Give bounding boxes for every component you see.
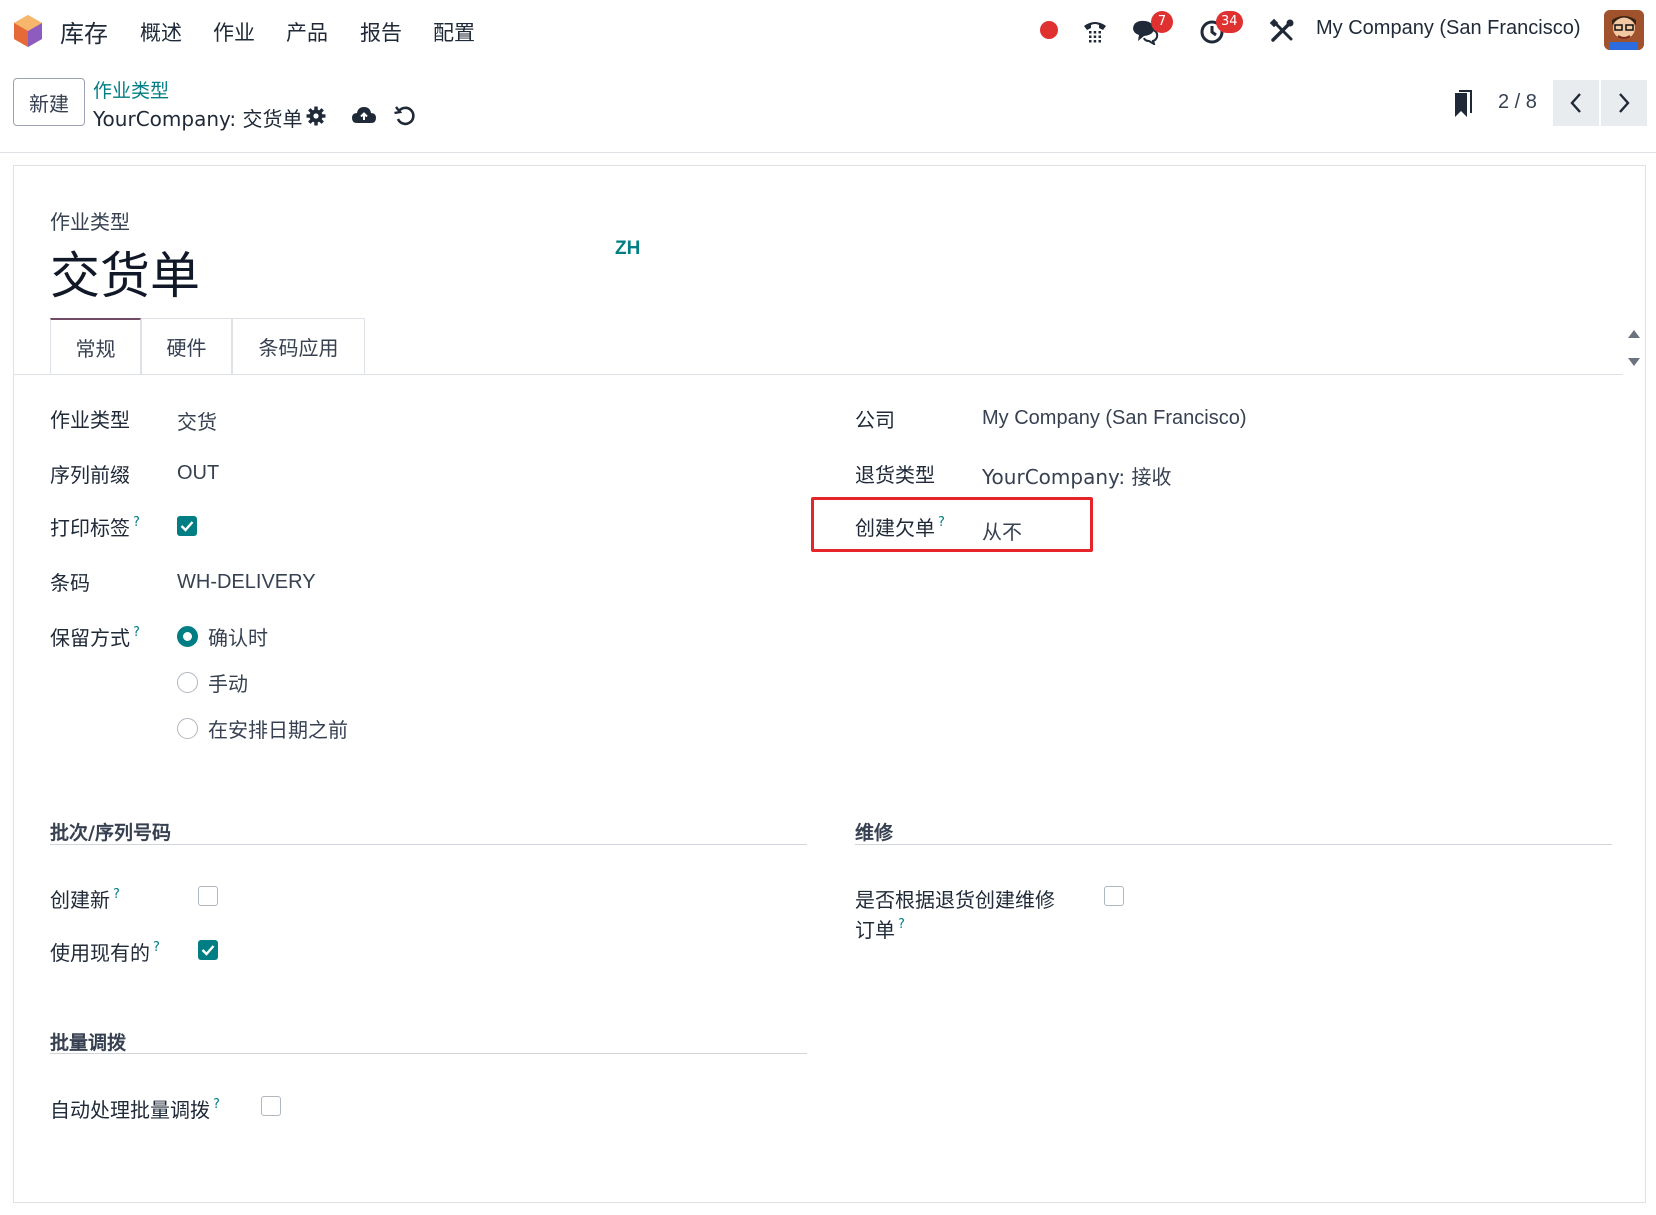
batch-section-divider (50, 1053, 807, 1054)
check-icon (201, 945, 215, 956)
cloud-upload-icon[interactable] (351, 104, 377, 126)
return-type-label: 退货类型 (855, 463, 935, 487)
print-label-checkbox[interactable] (177, 516, 197, 536)
return-type-value[interactable]: YourCompany: 接收 (982, 461, 1171, 490)
reservation-label: 保留方式? (50, 622, 140, 651)
repair-section-divider (855, 844, 1612, 845)
use-existing-checkbox[interactable] (198, 940, 218, 960)
prefix-value[interactable]: OUT (177, 462, 219, 485)
use-existing-label: 使用现有的? (50, 937, 160, 966)
gear-icon[interactable] (306, 106, 326, 126)
record-title[interactable]: 交货单 (50, 236, 200, 308)
help-icon[interactable]: ? (153, 940, 160, 955)
help-icon[interactable]: ? (213, 1097, 220, 1112)
tabs-underline (14, 374, 1623, 375)
help-icon[interactable]: ? (133, 625, 140, 640)
company-label: 公司 (855, 408, 895, 432)
menu-products[interactable]: 产品 (286, 17, 328, 47)
repair-label-line2-text: 订单 (855, 918, 895, 942)
reservation-label-text: 保留方式 (50, 626, 130, 650)
check-icon (180, 521, 194, 532)
menu-overview[interactable]: 概述 (140, 17, 182, 47)
lots-section-divider (50, 844, 807, 845)
odoo-app-logo[interactable] (13, 14, 43, 48)
auto-batch-label-text: 自动处理批量调拨 (50, 1098, 210, 1122)
op-type-label: 作业类型 (50, 408, 130, 432)
tab-barcode[interactable]: 条码应用 (232, 318, 365, 374)
scroll-arrows[interactable] (1626, 326, 1642, 370)
breadcrumb-parent[interactable]: 作业类型 (93, 76, 169, 103)
menu-operations[interactable]: 作业 (213, 17, 255, 47)
top-navbar: 库存 概述 作业 产品 报告 配置 7 34 My Company (San F… (0, 0, 1656, 64)
barcode-value[interactable]: WH-DELIVERY (177, 571, 316, 594)
op-type-value[interactable]: 交货 (177, 406, 217, 435)
breadcrumb-current: YourCompany: 交货单 (93, 103, 302, 132)
messages-badge: 7 (1151, 11, 1173, 33)
tab-general[interactable]: 常规 (50, 318, 141, 374)
create-new-label: 创建新? (50, 884, 120, 913)
menu-reporting[interactable]: 报告 (360, 17, 402, 47)
repair-label-line2: 订单? (855, 914, 905, 943)
menu-configuration[interactable]: 配置 (433, 17, 475, 47)
repair-label-line1: 是否根据退货创建维修 (855, 888, 1055, 912)
tools-icon[interactable] (1265, 14, 1299, 48)
company-switcher[interactable]: My Company (San Francisco) (1316, 17, 1581, 40)
reservation-radio-before-date[interactable] (177, 718, 198, 739)
use-existing-label-text: 使用现有的 (50, 941, 150, 965)
reservation-option-before-date[interactable]: 在安排日期之前 (208, 714, 348, 743)
lots-section-title: 批次/序列号码 (50, 822, 171, 844)
print-label-label: 打印标签? (50, 512, 140, 541)
company-value[interactable]: My Company (San Francisco) (982, 407, 1247, 430)
new-record-button[interactable]: 新建 (13, 78, 85, 126)
control-panel-divider (0, 152, 1656, 153)
undo-icon[interactable] (394, 105, 416, 127)
pager-value[interactable]: 2 / 8 (1498, 91, 1537, 114)
reservation-option-manual[interactable]: 手动 (208, 668, 248, 697)
prefix-label: 序列前缀 (50, 463, 130, 487)
auto-batch-checkbox[interactable] (261, 1096, 281, 1116)
phone-icon[interactable] (1078, 14, 1112, 48)
chevron-right-icon (1619, 93, 1630, 113)
app-name[interactable]: 库存 (60, 14, 108, 49)
activities-badge: 34 (1216, 11, 1243, 33)
reservation-radio-manual[interactable] (177, 672, 198, 693)
record-kind-label: 作业类型 (50, 210, 130, 234)
record-dot-icon[interactable] (1040, 21, 1058, 39)
repair-checkbox[interactable] (1104, 886, 1124, 906)
help-icon[interactable]: ? (898, 917, 905, 932)
tab-hardware[interactable]: 硬件 (141, 318, 232, 374)
print-label-text: 打印标签 (50, 516, 130, 540)
chevron-left-icon (1570, 93, 1581, 113)
language-tag[interactable]: ZH (615, 238, 640, 260)
highlight-box (811, 497, 1093, 552)
breadcrumb-current-label: YourCompany: 交货单 (93, 107, 303, 131)
pager-prev-button[interactable] (1553, 80, 1599, 126)
bookmark-icon[interactable] (1452, 89, 1472, 119)
help-icon[interactable]: ? (133, 515, 140, 530)
create-new-checkbox[interactable] (198, 886, 218, 906)
reservation-radio-confirm[interactable] (177, 626, 198, 647)
reservation-option-confirm[interactable]: 确认时 (208, 622, 268, 651)
barcode-label: 条码 (50, 571, 90, 595)
batch-section-title: 批量调拨 (50, 1032, 127, 1054)
create-new-label-text: 创建新 (50, 888, 110, 912)
help-icon[interactable]: ? (113, 887, 120, 902)
repair-section-title: 维修 (855, 822, 894, 844)
pager-next-button[interactable] (1601, 80, 1647, 126)
auto-batch-label: 自动处理批量调拨? (50, 1094, 220, 1123)
user-avatar[interactable] (1604, 10, 1644, 50)
